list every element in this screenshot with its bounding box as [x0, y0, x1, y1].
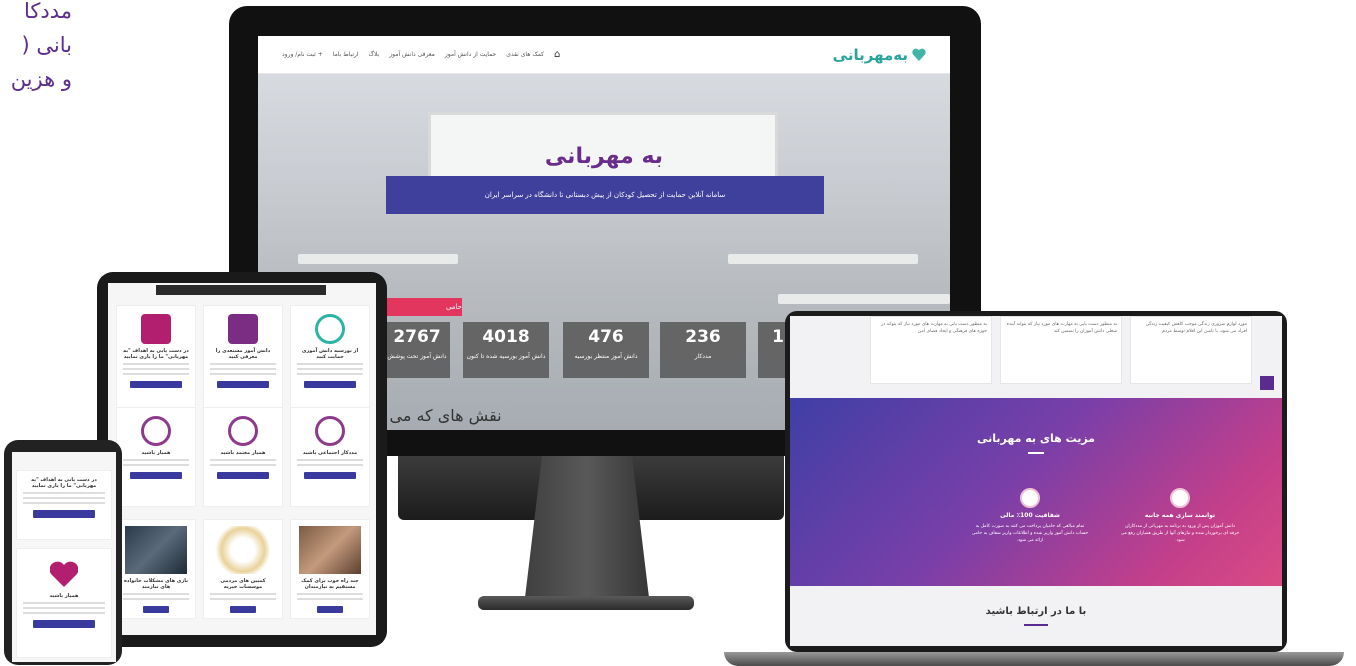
card-title: در دست یابی به اهداف "به مهربانی" ما را … — [31, 477, 97, 489]
card-button[interactable] — [217, 472, 269, 479]
card-button[interactable] — [130, 472, 182, 479]
info-card: به منظور دست یابی به مهارت های مورد نیاز… — [1000, 316, 1122, 384]
stat-box: 236 مددکار — [660, 322, 746, 378]
heart-people-photo — [212, 526, 274, 574]
circle-icon — [315, 314, 345, 344]
card-button[interactable] — [304, 381, 356, 388]
corner-line: مددکا — [23, 0, 72, 23]
corner-line: و هزین — [10, 67, 72, 91]
info-card: به منظور دست یابی به مهارت های مورد نیاز… — [870, 316, 992, 384]
feature-item: توانمند سازی همه جانبه دانش آموزان پس از… — [1120, 488, 1240, 544]
card-button[interactable] — [130, 381, 182, 388]
chat-heart-icon — [141, 314, 171, 344]
stat-number: 4018 — [482, 327, 530, 347]
laptop-base — [724, 652, 1344, 666]
blog-card: کمپین های مردمی موسسات خیریه — [203, 519, 283, 619]
features-title: مزیت های به مهربانی — [977, 432, 1095, 445]
role-card: مددکار اجتماعی باشید — [290, 407, 370, 507]
stat-label: مددکار — [694, 353, 712, 360]
card-button[interactable] — [33, 510, 95, 518]
desk-image — [728, 254, 918, 264]
card-title: همیار معتمد باشید — [220, 450, 266, 456]
desk-image — [778, 294, 950, 304]
home-icon[interactable]: ⌂ — [554, 49, 560, 60]
phone-screen: در دست یابی به اهداف "به مهربانی" ما را … — [12, 452, 116, 662]
monitor-stand-base — [478, 596, 694, 610]
role-card: همیار باشید — [116, 407, 196, 507]
nav-link-support[interactable]: حمایت از دانش آموز — [445, 51, 496, 58]
brand-name: به‌مهربانی — [832, 45, 908, 64]
nav-link-cash[interactable]: کمک های نقدی — [506, 51, 544, 58]
contact-underline — [1024, 624, 1048, 626]
tablet-top-bar — [156, 285, 326, 295]
read-more-button[interactable] — [317, 606, 343, 613]
book-icon — [228, 314, 258, 344]
blog-card: بازی های مشکلات خانواده های نیازمند — [116, 519, 196, 619]
feature-text: دانش آموزان پس از ورود به برنامه به مهرب… — [1120, 524, 1240, 543]
feature-text: تمام مبالغی که حامیان پرداخت می کنند به … — [971, 524, 1089, 543]
nav-link-register[interactable]: ثبت نام/ ورود + — [282, 51, 323, 58]
read-more-button[interactable] — [230, 606, 256, 613]
stat-number: 236 — [685, 327, 721, 347]
feature-item: شفافیت 100٪ مالی تمام مبالغی که حامیان پ… — [970, 488, 1090, 544]
nav-link-introduce[interactable]: معرفی دانش آموز — [389, 51, 435, 58]
nav-link-contact[interactable]: ارتباط باما — [333, 51, 359, 58]
carousel-next-button[interactable] — [1260, 376, 1274, 390]
read-more-button[interactable] — [143, 606, 169, 613]
heart-icon — [50, 561, 78, 587]
heart-icon — [141, 416, 171, 446]
hands-photo — [299, 526, 361, 574]
contact-title: با ما در ارتباط باشید — [985, 606, 1087, 617]
feature-title: شفافیت 100٪ مالی — [1000, 512, 1060, 519]
empowerment-icon — [1170, 488, 1190, 508]
card-title: مددکار اجتماعی باشید — [302, 450, 358, 456]
stat-label: دانش آموز منتظر بورسیه — [574, 353, 638, 360]
card-title: کمپین های مردمی موسسات خیریه — [220, 578, 266, 590]
family-photo — [125, 526, 187, 574]
desk-image — [298, 254, 458, 264]
stat-box: 4018 دانش آموز بورسیه شده تا کنون — [463, 322, 549, 378]
stat-label: دانش آموز بورسیه شده تا کنون — [466, 353, 546, 360]
blog-card: چند راه خوب برای کمک مستقیم به نیازمندان — [290, 519, 370, 619]
stat-number: 476 — [588, 327, 624, 347]
role-card: در دست یابی به اهداف "به مهربانی" ما را … — [16, 470, 112, 540]
role-card: همیار معتمد باشید — [203, 407, 283, 507]
corner-line: بانی ( — [21, 33, 72, 57]
card-title: همیار باشید — [49, 593, 79, 599]
card-title: در دست یابی به اهداف "به مهربانی" ما را … — [123, 348, 189, 360]
stat-box: 476 دانش آموز منتظر بورسیه — [563, 322, 649, 378]
card-title: همیار باشید — [141, 450, 171, 456]
card-button[interactable] — [304, 472, 356, 479]
handshake-icon — [228, 416, 258, 446]
cropped-heading-text: مددکا بانی ( و هزین — [0, 0, 72, 96]
stat-box: 2767 دانش آموز تحت پوشش — [384, 322, 450, 378]
money-tree-icon — [1020, 488, 1040, 508]
nav-links: ثبت نام/ ورود + ارتباط باما بلاگ معرفی د… — [282, 49, 560, 60]
info-card: مورد لوازم ضروری زندگی موجب کاهش کیفیت ز… — [1130, 316, 1252, 384]
card-button[interactable] — [217, 381, 269, 388]
hero-title: به مهربانی — [544, 144, 664, 169]
laptop-screen: مورد لوازم ضروری زندگی موجب کاهش کیفیت ز… — [790, 316, 1282, 646]
role-card: همیار باشید — [16, 548, 112, 658]
card-title: چند راه خوب برای کمک مستقیم به نیازمندان — [301, 578, 359, 590]
stat-label: دانش آموز تحت پوشش — [387, 353, 447, 360]
support-label: حامی — [445, 303, 462, 311]
stat-number: 2767 — [393, 327, 441, 347]
card-title: از بورسیه دانش آموزی حمایت کنید — [301, 348, 359, 360]
card-title: بازی های مشکلات خانواده های نیازمند — [123, 578, 188, 590]
support-button[interactable]: حامی — [382, 298, 462, 316]
nav-link-blog[interactable]: بلاگ — [369, 51, 380, 58]
site-logo[interactable]: به‌مهربانی — [833, 46, 926, 64]
hero-subtitle: سامانه آنلاین حمایت از تحصیل کودکان از پ… — [386, 176, 824, 214]
heart-icon — [912, 48, 926, 61]
tablet-screen: از بورسیه دانش آموزی حمایت کنید دانش آمو… — [108, 283, 376, 635]
card-title: دانش آموز مستعدی را معرفی کنید — [215, 348, 271, 360]
feature-title: توانمند سازی همه جانبه — [1144, 512, 1216, 519]
features-section: مزیت های به مهربانی شفافیت 100٪ مالی تما… — [790, 398, 1282, 586]
card-button[interactable] — [33, 620, 95, 628]
hand-icon — [315, 416, 345, 446]
site-navbar: ثبت نام/ ورود + ارتباط باما بلاگ معرفی د… — [258, 36, 950, 74]
title-underline — [1028, 452, 1044, 454]
